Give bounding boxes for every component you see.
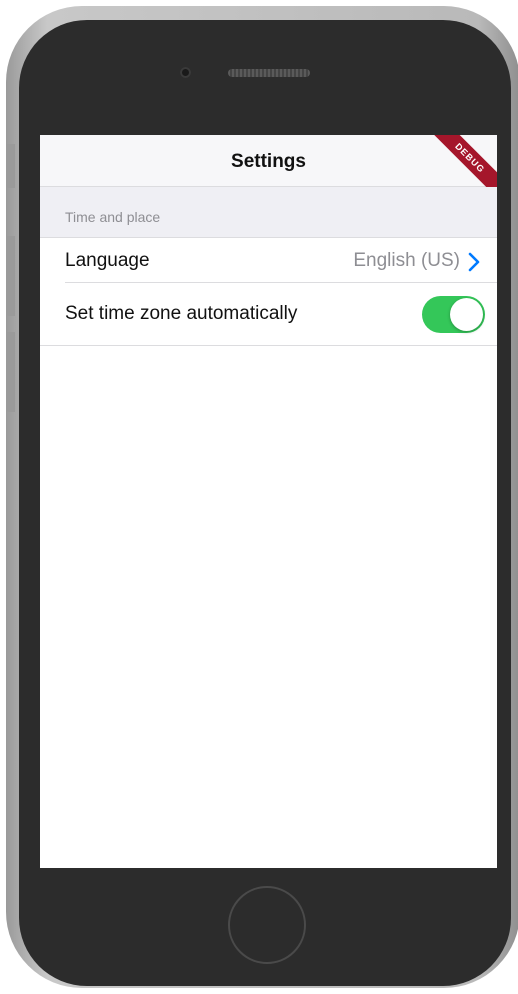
page-title: Settings (231, 151, 306, 172)
volume-down-button (6, 332, 15, 412)
earpiece-speaker (228, 69, 310, 77)
time-zone-row: Set time zone automatically (40, 283, 497, 346)
app-screen: Settings DEBUG Time and place Language E… (40, 135, 497, 868)
chevron-right-icon (468, 252, 480, 272)
time-zone-toggle[interactable] (422, 296, 485, 333)
section-header: Time and place (40, 187, 497, 238)
time-zone-label: Set time zone automatically (65, 303, 298, 324)
home-button[interactable] (228, 886, 306, 964)
mute-switch (6, 144, 15, 188)
front-camera-icon (180, 67, 191, 78)
navigation-bar: Settings (40, 135, 497, 187)
language-row[interactable]: Language English (US) (40, 238, 497, 283)
volume-up-button (6, 236, 15, 316)
section-header-label: Time and place (65, 209, 161, 225)
language-label: Language (65, 250, 150, 271)
row-divider (40, 345, 497, 346)
toggle-knob (450, 298, 483, 331)
language-value: English (US) (353, 250, 460, 271)
